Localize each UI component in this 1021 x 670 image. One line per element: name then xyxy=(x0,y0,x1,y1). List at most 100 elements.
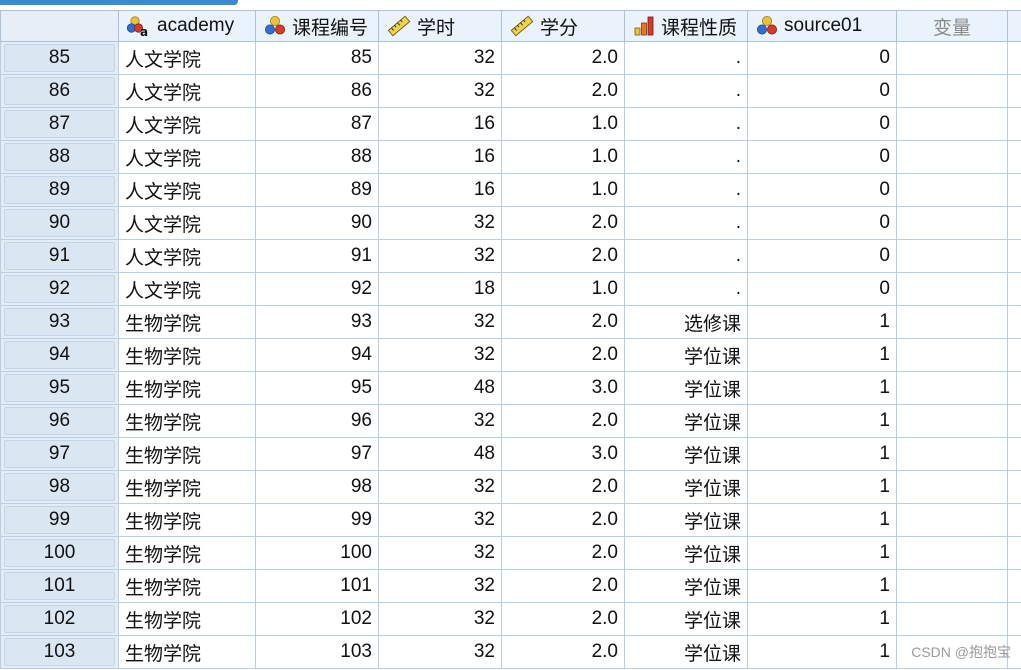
cell-course-code[interactable]: 90 xyxy=(255,206,379,240)
row-header[interactable]: 89 xyxy=(0,173,119,207)
cell-source01[interactable]: 1 xyxy=(747,635,897,669)
cell-credit[interactable]: 2.0 xyxy=(501,74,625,108)
cell-hours[interactable]: 32 xyxy=(378,635,502,669)
cell-hours[interactable]: 32 xyxy=(378,536,502,570)
column-header-source01[interactable]: source01 xyxy=(747,10,897,42)
cell-credit[interactable]: 2.0 xyxy=(501,239,625,273)
cell-source01[interactable]: 0 xyxy=(747,239,897,273)
cell-course-code[interactable]: 94 xyxy=(255,338,379,372)
cell-course-code[interactable]: 99 xyxy=(255,503,379,537)
cell-academy[interactable]: 生物学院 xyxy=(118,503,256,537)
cell-course-nature[interactable]: 学位课 xyxy=(624,503,748,537)
cell-source01[interactable]: 0 xyxy=(747,173,897,207)
cell-course-code[interactable]: 95 xyxy=(255,371,379,405)
cell-source01[interactable]: 1 xyxy=(747,371,897,405)
cell-course-nature[interactable]: 学位课 xyxy=(624,470,748,504)
cell-source01[interactable]: 1 xyxy=(747,503,897,537)
cell-source01[interactable]: 1 xyxy=(747,569,897,603)
row-header[interactable]: 88 xyxy=(0,140,119,174)
cell-course-nature[interactable]: 学位课 xyxy=(624,536,748,570)
column-header-empty-variable[interactable]: 变量 xyxy=(896,10,1008,42)
row-header[interactable]: 97 xyxy=(0,437,119,471)
cell-course-code[interactable]: 86 xyxy=(255,74,379,108)
cell-empty-variable[interactable] xyxy=(896,41,1008,75)
cell-academy[interactable]: 生物学院 xyxy=(118,437,256,471)
cell-course-nature[interactable]: 学位课 xyxy=(624,602,748,636)
cell-credit[interactable]: 1.0 xyxy=(501,272,625,306)
cell-empty-variable[interactable] xyxy=(896,503,1008,537)
cell-hours[interactable]: 16 xyxy=(378,107,502,141)
cell-academy[interactable]: 人文学院 xyxy=(118,239,256,273)
row-header[interactable]: 87 xyxy=(0,107,119,141)
row-header[interactable]: 95 xyxy=(0,371,119,405)
cell-source01[interactable]: 0 xyxy=(747,206,897,240)
cell-course-code[interactable]: 102 xyxy=(255,602,379,636)
cell-source01[interactable]: 0 xyxy=(747,140,897,174)
cell-course-nature[interactable]: 选修课 xyxy=(624,305,748,339)
cell-empty-variable[interactable] xyxy=(896,74,1008,108)
corner-cell[interactable] xyxy=(0,10,119,42)
row-header[interactable]: 102 xyxy=(0,602,119,636)
cell-credit[interactable]: 2.0 xyxy=(501,503,625,537)
cell-empty-variable[interactable] xyxy=(896,470,1008,504)
cell-hours[interactable]: 32 xyxy=(378,404,502,438)
row-header[interactable]: 100 xyxy=(0,536,119,570)
cell-course-nature[interactable]: 学位课 xyxy=(624,635,748,669)
cell-hours[interactable]: 32 xyxy=(378,569,502,603)
cell-academy[interactable]: 生物学院 xyxy=(118,338,256,372)
cell-credit[interactable]: 2.0 xyxy=(501,305,625,339)
cell-empty-variable[interactable] xyxy=(896,206,1008,240)
cell-course-nature[interactable]: 学位课 xyxy=(624,371,748,405)
cell-course-nature[interactable]: . xyxy=(624,173,748,207)
cell-hours[interactable]: 32 xyxy=(378,602,502,636)
cell-course-code[interactable]: 92 xyxy=(255,272,379,306)
cell-course-nature[interactable]: 学位课 xyxy=(624,569,748,603)
row-header[interactable]: 103 xyxy=(0,635,119,669)
cell-hours[interactable]: 18 xyxy=(378,272,502,306)
cell-course-code[interactable]: 88 xyxy=(255,140,379,174)
cell-empty-variable[interactable] xyxy=(896,437,1008,471)
cell-course-nature[interactable]: . xyxy=(624,107,748,141)
cell-academy[interactable]: 生物学院 xyxy=(118,404,256,438)
column-header-hours[interactable]: 学时 xyxy=(378,10,502,42)
cell-empty-variable[interactable] xyxy=(896,107,1008,141)
cell-academy[interactable]: 生物学院 xyxy=(118,569,256,603)
row-header[interactable]: 91 xyxy=(0,239,119,273)
cell-course-code[interactable]: 100 xyxy=(255,536,379,570)
cell-academy[interactable]: 人文学院 xyxy=(118,107,256,141)
cell-course-nature[interactable]: . xyxy=(624,41,748,75)
cell-source01[interactable]: 1 xyxy=(747,470,897,504)
cell-course-nature[interactable]: . xyxy=(624,272,748,306)
cell-empty-variable[interactable] xyxy=(896,536,1008,570)
cell-academy[interactable]: 生物学院 xyxy=(118,470,256,504)
row-header[interactable]: 94 xyxy=(0,338,119,372)
cell-course-nature[interactable]: 学位课 xyxy=(624,338,748,372)
cell-academy[interactable]: 生物学院 xyxy=(118,635,256,669)
cell-course-code[interactable]: 101 xyxy=(255,569,379,603)
cell-credit[interactable]: 1.0 xyxy=(501,173,625,207)
cell-academy[interactable]: 人文学院 xyxy=(118,272,256,306)
cell-empty-variable[interactable] xyxy=(896,272,1008,306)
cell-course-code[interactable]: 85 xyxy=(255,41,379,75)
cell-course-nature[interactable]: . xyxy=(624,74,748,108)
cell-hours[interactable]: 32 xyxy=(378,305,502,339)
row-header[interactable]: 86 xyxy=(0,74,119,108)
cell-course-nature[interactable]: . xyxy=(624,140,748,174)
cell-empty-variable[interactable] xyxy=(896,239,1008,273)
cell-hours[interactable]: 48 xyxy=(378,371,502,405)
cell-hours[interactable]: 32 xyxy=(378,338,502,372)
cell-hours[interactable]: 32 xyxy=(378,503,502,537)
column-header-credit[interactable]: 学分 xyxy=(501,10,625,42)
cell-empty-variable[interactable] xyxy=(896,404,1008,438)
cell-academy[interactable]: 人文学院 xyxy=(118,206,256,240)
cell-empty-variable[interactable] xyxy=(896,305,1008,339)
cell-course-code[interactable]: 96 xyxy=(255,404,379,438)
cell-source01[interactable]: 0 xyxy=(747,107,897,141)
cell-credit[interactable]: 2.0 xyxy=(501,338,625,372)
cell-credit[interactable]: 2.0 xyxy=(501,470,625,504)
cell-source01[interactable]: 1 xyxy=(747,338,897,372)
cell-source01[interactable]: 1 xyxy=(747,404,897,438)
cell-course-nature[interactable]: . xyxy=(624,239,748,273)
cell-empty-variable[interactable] xyxy=(896,569,1008,603)
cell-hours[interactable]: 32 xyxy=(378,470,502,504)
